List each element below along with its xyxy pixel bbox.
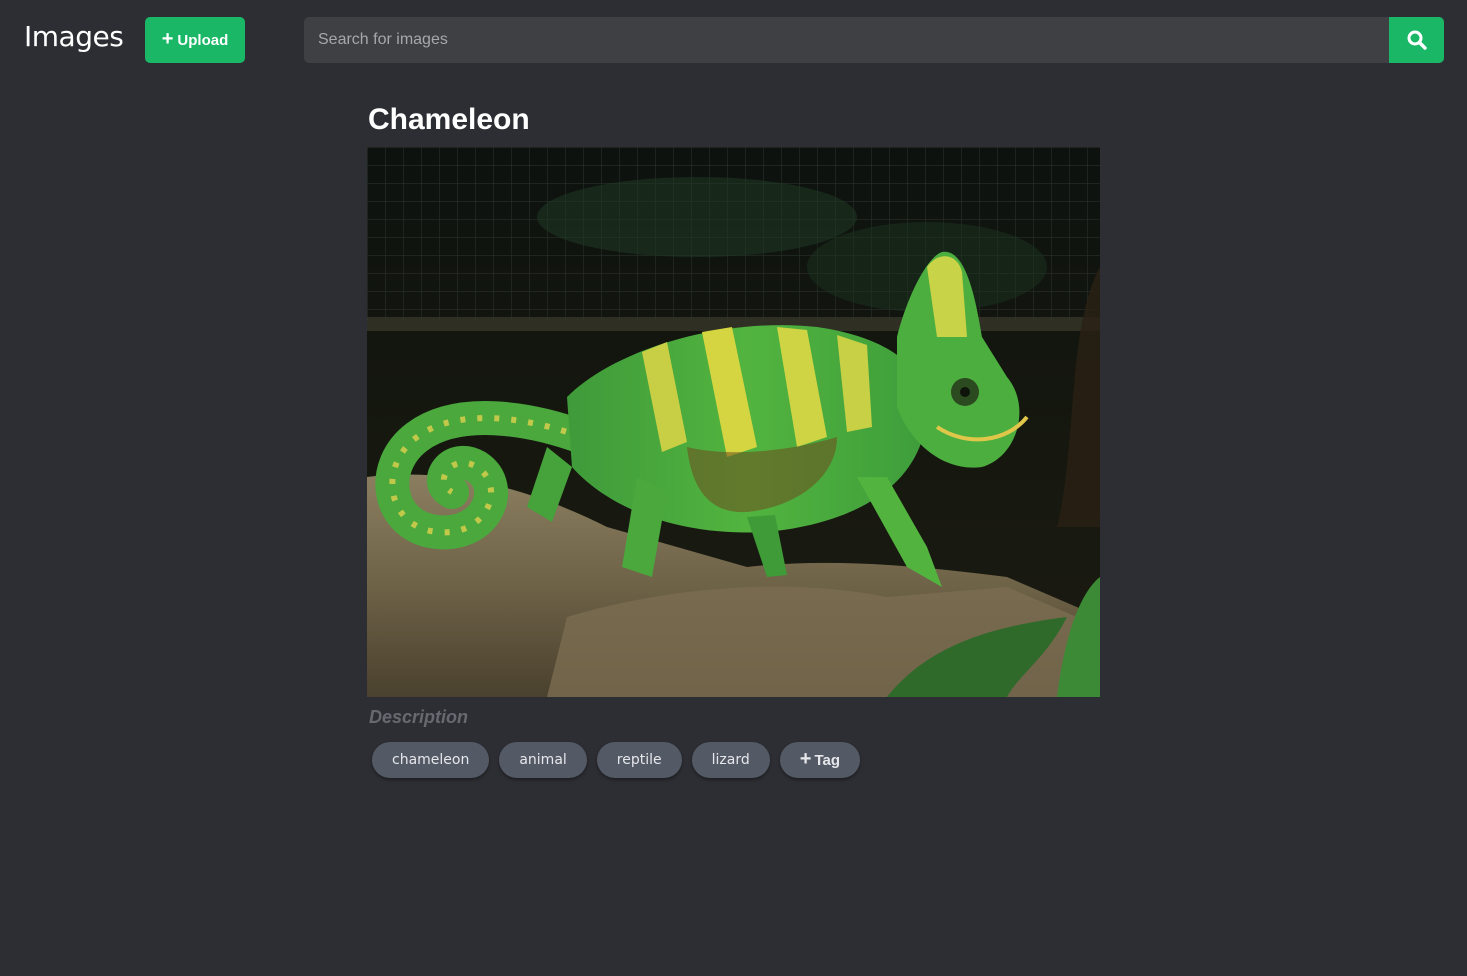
- tag-list: chameleon animal reptile lizard + Tag: [372, 742, 1100, 778]
- search-icon: [1407, 30, 1427, 50]
- search-button[interactable]: [1389, 17, 1444, 63]
- top-bar: Images + Upload: [0, 0, 1467, 80]
- search-bar: [304, 17, 1444, 63]
- upload-label: Upload: [177, 31, 229, 49]
- description-placeholder[interactable]: Description: [369, 707, 1100, 728]
- plus-icon: +: [799, 748, 812, 770]
- search-input[interactable]: [304, 17, 1389, 63]
- image-title: Chameleon: [368, 103, 530, 136]
- plus-icon: +: [161, 28, 174, 50]
- tag-reptile[interactable]: reptile: [596, 742, 682, 778]
- brand-logo[interactable]: Images: [24, 20, 124, 53]
- tag-lizard[interactable]: lizard: [691, 742, 770, 778]
- image-detail: Chameleon Description chameleon animal r…: [367, 100, 1100, 778]
- add-tag-label: Tag: [814, 751, 840, 769]
- add-tag-button[interactable]: + Tag: [779, 742, 860, 778]
- tag-chameleon[interactable]: chameleon: [372, 742, 490, 778]
- tag-animal[interactable]: animal: [499, 742, 587, 778]
- upload-button[interactable]: + Upload: [145, 17, 245, 63]
- chameleon-photo: [367, 147, 1100, 697]
